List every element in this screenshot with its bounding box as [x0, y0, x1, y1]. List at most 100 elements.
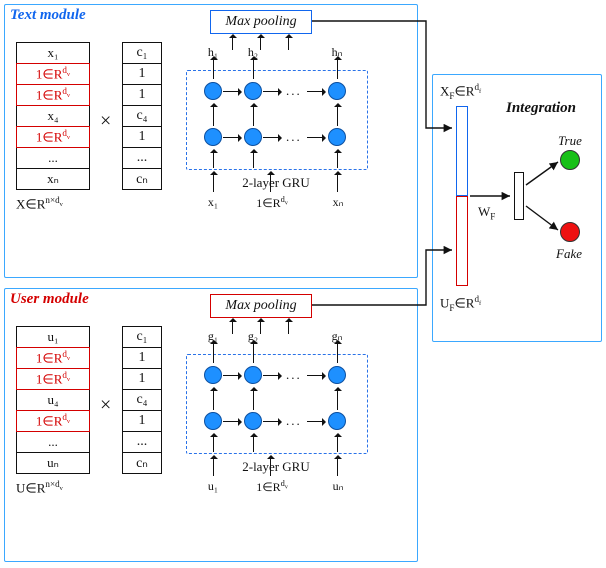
arrow-up-icon — [337, 434, 338, 452]
text-c-cell: ... — [122, 147, 162, 169]
arrow-up-icon — [337, 57, 338, 79]
user-in-label: uₙ — [325, 479, 351, 494]
arrow-up-icon — [232, 35, 233, 50]
arrow-right-icon — [263, 375, 281, 376]
user-u-cell: u₁ — [16, 326, 90, 348]
arrow-up-icon — [270, 456, 271, 476]
cell-text: 1∈Rdv — [36, 349, 70, 366]
arrow-up-icon — [213, 57, 214, 79]
xf-label: XF∈Rdf — [440, 82, 481, 101]
text-in-label: xₙ — [325, 195, 351, 210]
gru-node — [328, 82, 346, 100]
arrow-right-icon — [307, 137, 325, 138]
arrow-right-icon — [223, 137, 241, 138]
output-true-label: True — [558, 133, 582, 149]
user-u-cell: 1∈Rdv — [16, 347, 90, 369]
user-in-label: 1∈Rdv — [232, 479, 312, 495]
xf-vector — [456, 106, 468, 196]
user-u-caption: U∈Rn×dv — [16, 479, 63, 496]
arrow-right-icon — [263, 91, 281, 92]
gru-node — [204, 366, 222, 384]
arrow-up-icon — [213, 150, 214, 168]
user-u-cell: ... — [16, 431, 90, 453]
cell-text: 1∈Rdv — [36, 370, 70, 387]
arrow-up-icon — [232, 319, 233, 334]
arrow-right-icon — [307, 91, 325, 92]
user-u-cell: uₙ — [16, 452, 90, 474]
cell-text: 1∈Rdv — [36, 86, 70, 103]
cell-text: 1∈Rdv — [36, 412, 70, 429]
gru-ellipsis: ... — [286, 129, 302, 145]
user-c-stack: c₁ 1 1 c₄ 1 ... cₙ — [122, 326, 162, 474]
arrow-up-icon — [213, 104, 214, 126]
arrow-right-icon — [307, 421, 325, 422]
text-x-cell: 1∈Rdv — [16, 84, 90, 106]
text-x-cell: 1∈Rdv — [16, 126, 90, 148]
uf-label: UF∈Rdf — [440, 294, 481, 313]
arrow-right-icon — [263, 137, 281, 138]
arrow-up-icon — [337, 172, 338, 192]
gru-node — [244, 82, 262, 100]
user-c-cell: c₁ — [122, 326, 162, 348]
text-h-label: h₁ — [203, 45, 223, 60]
user-module-title: User module — [10, 291, 89, 308]
text-x-cell: x₁ — [16, 42, 90, 64]
text-in-label: 1∈Rdv — [232, 195, 312, 211]
text-x-caption: X∈Rn×dv — [16, 195, 63, 212]
uf-vector — [456, 196, 468, 286]
arrow-up-icon — [213, 341, 214, 363]
user-u-cell: u₄ — [16, 389, 90, 411]
output-fake-label: Fake — [556, 246, 582, 262]
text-gru-label: 2-layer GRU — [216, 175, 336, 191]
user-c-cell: 1 — [122, 410, 162, 432]
user-u-stack: u₁ 1∈Rdv 1∈Rdv u₄ 1∈Rdv ... uₙ — [16, 326, 90, 474]
cell-text: 1∈Rdv — [36, 65, 70, 82]
arrow-right-icon — [263, 421, 281, 422]
arrow-right-icon — [223, 421, 241, 422]
gru-node — [244, 412, 262, 430]
gru-ellipsis: ... — [286, 367, 302, 383]
text-c-cell: c₄ — [122, 105, 162, 127]
arrow-up-icon — [213, 388, 214, 410]
arrow-up-icon — [337, 456, 338, 476]
user-c-cell: cₙ — [122, 452, 162, 474]
gru-node — [328, 412, 346, 430]
gru-node — [244, 128, 262, 146]
user-u-cell: 1∈Rdv — [16, 368, 90, 390]
arrow-up-icon — [213, 456, 214, 476]
text-in-label: x₁ — [200, 195, 226, 210]
gru-node — [204, 412, 222, 430]
text-c-cell: 1 — [122, 126, 162, 148]
user-gru-label: 2-layer GRU — [216, 459, 336, 475]
arrow-up-icon — [253, 341, 254, 363]
arrow-right-icon — [223, 375, 241, 376]
text-x-cell: ... — [16, 147, 90, 169]
user-g-label: g₁ — [203, 329, 223, 344]
user-in-label: u₁ — [200, 479, 226, 494]
arrow-up-icon — [253, 434, 254, 452]
output-true-node — [560, 150, 580, 170]
user-g-label: g₂ — [243, 329, 263, 344]
gru-node — [204, 82, 222, 100]
gru-ellipsis: ... — [286, 413, 302, 429]
text-c-cell: 1 — [122, 63, 162, 85]
user-c-cell: ... — [122, 431, 162, 453]
user-c-cell: 1 — [122, 368, 162, 390]
gru-node — [244, 366, 262, 384]
arrow-up-icon — [270, 172, 271, 192]
text-x-cell: 1∈Rdv — [16, 63, 90, 85]
user-mult-op: × — [100, 394, 111, 417]
arrow-up-icon — [337, 104, 338, 126]
text-x-stack: x₁ 1∈Rdv 1∈Rdv x₄ 1∈Rdv ... xₙ — [16, 42, 90, 190]
wf-vector — [514, 172, 524, 220]
text-mult-op: × — [100, 110, 111, 133]
arrow-up-icon — [288, 35, 289, 50]
arrow-up-icon — [253, 104, 254, 126]
user-c-cell: c₄ — [122, 389, 162, 411]
arrow-right-icon — [223, 91, 241, 92]
integration-title: Integration — [506, 100, 576, 117]
cell-text: 1∈Rdv — [36, 128, 70, 145]
arrow-up-icon — [337, 150, 338, 168]
gru-node — [328, 128, 346, 146]
text-c-cell: c₁ — [122, 42, 162, 64]
